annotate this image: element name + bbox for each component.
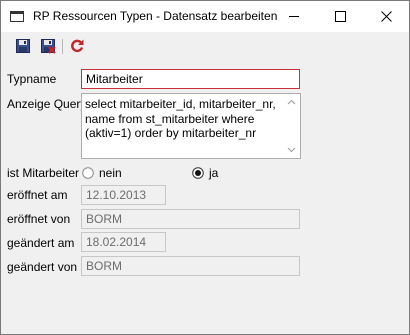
typname-label: Typname <box>7 72 57 86</box>
geaendert-am-field: 18.02.2014 <box>81 232 166 252</box>
close-icon <box>380 11 392 22</box>
eroeffnet-von-label: eröffnet von <box>7 212 71 226</box>
anzeige-query-text: select mitarbeiter_id, mitarbeiter_nr, n… <box>85 97 276 140</box>
radio-nein-label[interactable]: nein <box>99 166 122 180</box>
close-button[interactable] <box>363 1 409 32</box>
maximize-button[interactable] <box>317 1 363 32</box>
window-icon <box>10 11 24 22</box>
dialog-window: RP Ressourcen Typen - Datensatz bearbeit… <box>0 0 410 335</box>
eroeffnet-am-label: eröffnet am <box>7 188 68 202</box>
eroeffnet-am-field: 12.10.2013 <box>81 185 166 205</box>
typname-input[interactable]: Mitarbeiter <box>81 69 300 89</box>
save-icon[interactable] <box>15 38 31 54</box>
minimize-icon <box>288 16 299 17</box>
radio-ja[interactable] <box>192 167 204 179</box>
scroll-up-icon[interactable] <box>285 97 298 107</box>
eroeffnet-von-field: BORM <box>81 209 300 229</box>
radio-nein[interactable] <box>82 167 94 179</box>
toolbar <box>1 32 409 60</box>
geaendert-von-field: BORM <box>81 256 300 276</box>
geaendert-am-label: geändert am <box>7 236 75 250</box>
window-title: RP Ressourcen Typen - Datensatz bearbeit… <box>33 9 278 23</box>
anzeige-query-textarea[interactable]: select mitarbeiter_id, mitarbeiter_nr, n… <box>81 93 301 159</box>
maximize-icon <box>334 11 346 22</box>
radio-ja-label[interactable]: ja <box>209 166 218 180</box>
toolbar-separator <box>62 39 63 54</box>
geaendert-von-label: geändert von <box>7 260 78 274</box>
scroll-down-icon[interactable] <box>285 145 298 155</box>
ist-mitarbeiter-label: ist Mitarbeiter <box>7 166 80 180</box>
refresh-icon[interactable] <box>69 38 85 54</box>
minimize-button[interactable] <box>271 1 317 32</box>
save-close-icon[interactable] <box>40 38 56 54</box>
anzeige-query-label: Anzeige Query <box>7 97 87 111</box>
title-bar[interactable]: RP Ressourcen Typen - Datensatz bearbeit… <box>1 1 409 32</box>
